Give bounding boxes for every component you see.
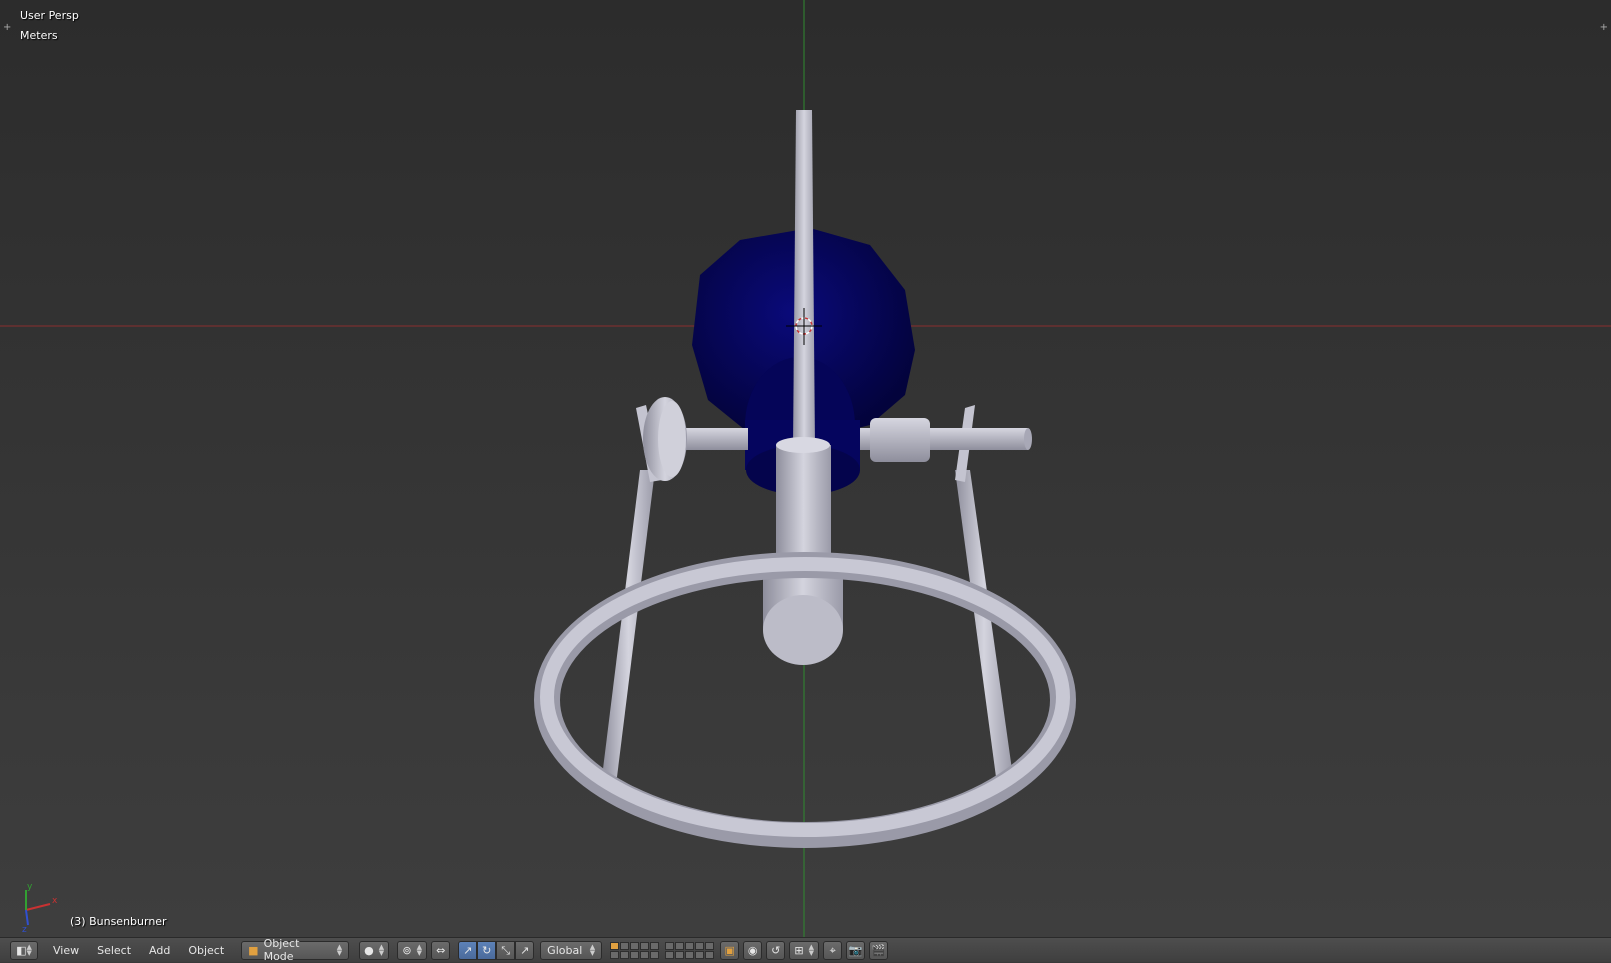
render-icon: 📷 [848,943,863,957]
snap-icon: ↺ [771,943,781,957]
updown-arrows-icon: ▲ ▼ [378,943,385,957]
translate-toggle[interactable]: ↗ [458,940,478,960]
viewport-shading-dropdown[interactable]: ● ▲ ▼ [359,940,390,960]
menu-object[interactable]: Object [179,941,233,960]
pivot-icon: ⊚ [402,943,412,957]
axis-gizmo: x y z [22,882,58,935]
translate-icon: ↗ [463,943,473,957]
proportional-edit-button[interactable]: ◉ [743,940,763,960]
rotate-icon: ↻ [482,943,492,957]
updown-arrows-icon: ▲ ▼ [26,943,32,957]
layer-lock-button[interactable]: ▣ [720,940,740,960]
updown-arrows-icon: ▲ ▼ [336,943,343,957]
solid-sphere-icon: ● [364,943,374,957]
snap-target-icon: ⌖ [829,943,836,957]
snap-increment-icon: ⊞ [794,943,804,957]
svg-text:y: y [27,882,33,892]
scale-toggle[interactable]: ⤡ [496,940,516,960]
updown-arrows-icon: ▲ ▼ [589,943,596,957]
svg-text:z: z [22,925,27,935]
scale-icon: ⤡ [501,943,511,957]
snap-toggle[interactable]: ↺ [766,940,786,960]
layers-grid-right[interactable] [665,941,715,959]
render-button[interactable]: 📷 [846,940,866,960]
view-name-label: User Persp [20,9,79,22]
proportional-icon: ◉ [747,943,758,957]
updown-arrows-icon: ▲ ▼ [808,943,814,957]
snap-target-button[interactable]: ⌖ [823,940,843,960]
rotate-toggle[interactable]: ↻ [477,940,497,960]
updown-arrows-icon: ▲ ▼ [416,943,422,957]
lock-icon: ▣ [724,943,735,957]
orientation-label: Global [547,943,583,957]
split-corner-icon[interactable]: + [1600,22,1608,33]
3d-viewport[interactable]: x y z User Persp Meters (3) Bunsenburner… [0,0,1611,937]
object-cube-icon: ■ [248,943,259,957]
mode-dropdown[interactable]: ■ Object Mode ▲ ▼ [241,937,350,963]
view3d-icon: ◧ [16,943,27,957]
split-corner-icon[interactable]: + [3,22,11,33]
layers-grid-left[interactable] [610,941,660,959]
active-object-label: (3) Bunsenburner [70,915,167,928]
editor-type-button[interactable]: ◧ ▲ ▼ [10,940,38,960]
menu-view[interactable]: View [44,941,88,960]
mode-label: Object Mode [263,937,300,963]
menu-select[interactable]: Select [88,941,140,960]
units-label: Meters [20,29,58,42]
scene-canvas[interactable]: x y z [0,0,1611,937]
transform-orientation-dropdown[interactable]: Global ▲ ▼ [540,940,603,960]
menu-add[interactable]: Add [140,941,179,960]
clapper-icon: 🎬 [871,943,886,957]
svg-text:x: x [52,896,58,906]
viewport-header: ◧ ▲ ▼ View Select Add Object ■ Object Mod… [0,937,1611,963]
snap-element-dropdown[interactable]: ⊞ ▲ ▼ [789,940,820,960]
arrow-icon: ↗ [520,943,530,957]
manipulator-toggle[interactable]: ⇔ [431,940,451,960]
scale-alt-toggle[interactable]: ↗ [515,940,535,960]
render-animation-button[interactable]: 🎬 [869,940,889,960]
pivot-dropdown[interactable]: ⊚ ▲ ▼ [397,940,428,960]
manipulator-icon: ⇔ [436,943,446,957]
